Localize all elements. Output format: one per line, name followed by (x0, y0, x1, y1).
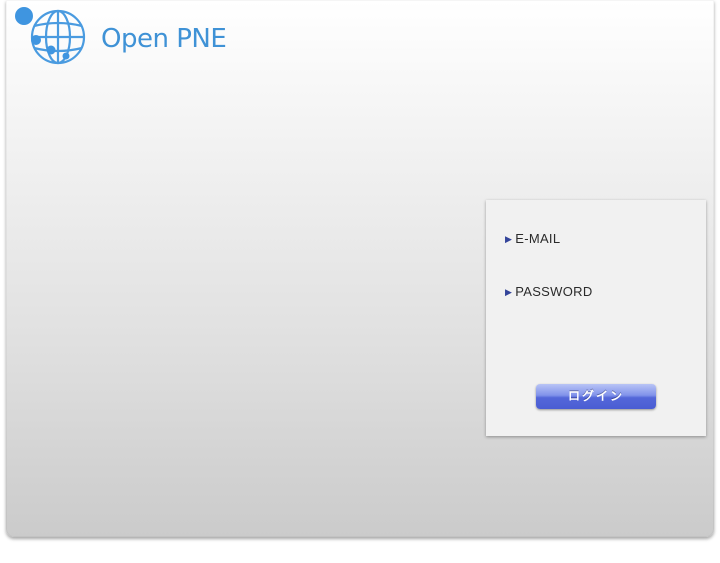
triangle-right-icon: ▶ (505, 287, 513, 297)
login-button[interactable]: ログイン (536, 384, 656, 409)
password-label: ▶ PASSWORD (505, 284, 593, 299)
login-form: ▶ E-MAIL ▶ PASSWORD ログイン (486, 200, 706, 436)
site-logo[interactable]: Open PNE (12, 6, 252, 68)
triangle-right-icon: ▶ (505, 234, 513, 244)
logo-text: Open PNE (101, 24, 227, 54)
email-label: ▶ E-MAIL (505, 231, 560, 246)
globe-icon (15, 7, 86, 65)
email-label-text: E-MAIL (515, 231, 561, 246)
password-label-text: PASSWORD (515, 284, 593, 299)
